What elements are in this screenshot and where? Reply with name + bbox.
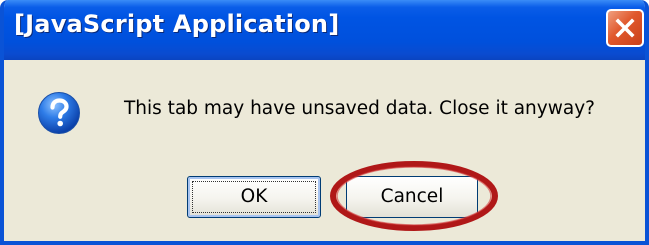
title-bar[interactable]: [JavaScript Application] (4, 0, 645, 60)
question-icon (38, 92, 80, 134)
cancel-button-label: Cancel (380, 186, 444, 207)
close-button[interactable] (606, 9, 644, 47)
focus-indicator (192, 181, 316, 213)
dialog-title: [JavaScript Application] (14, 10, 340, 38)
ok-button[interactable]: OK (187, 176, 321, 218)
close-icon (615, 18, 635, 38)
confirm-dialog: [JavaScript Application] This tab may ha… (0, 0, 649, 245)
cancel-button[interactable]: Cancel (346, 176, 478, 218)
dialog-message: This tab may have unsaved data. Close it… (124, 98, 595, 119)
